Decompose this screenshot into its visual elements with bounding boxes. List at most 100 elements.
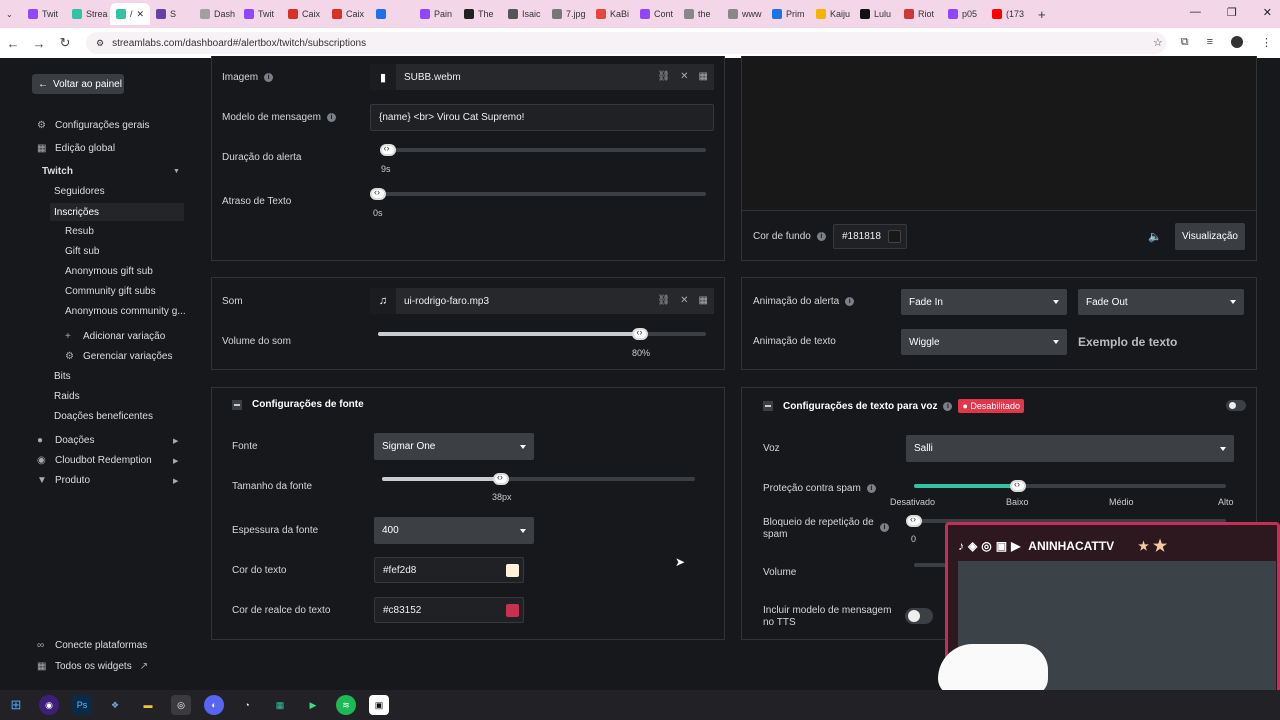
sidebar-item-resub[interactable]: Resub	[65, 226, 94, 237]
slider-handle[interactable]	[1010, 479, 1026, 492]
tts-header[interactable]: Configurações de texto para voz i ● Desab…	[763, 399, 1024, 413]
browser-tab[interactable]: Caix	[282, 3, 326, 25]
text-animation-select[interactable]: Wiggle	[901, 329, 1067, 355]
sidebar-item-anonymous-community[interactable]: Anonymous community g...	[65, 306, 186, 317]
browser-tab[interactable]: Pain	[414, 3, 458, 25]
close-tab-icon[interactable]: ✕	[137, 9, 145, 20]
browser-tab[interactable]: Twit	[238, 3, 282, 25]
voice-select[interactable]: Salli	[906, 435, 1234, 462]
slider-handle[interactable]	[906, 514, 922, 527]
forward-icon[interactable]: →	[26, 36, 52, 51]
photoshop-icon[interactable]: Ps	[72, 695, 92, 715]
text-color-input[interactable]: #fef2d8	[374, 557, 524, 583]
font-settings-header[interactable]: Configurações de fonte	[232, 399, 364, 410]
font-select[interactable]: Sigmar One	[374, 433, 534, 460]
sidebar-item-bits[interactable]: Bits	[54, 371, 71, 382]
manage-variations-button[interactable]: ⚙ Gerenciar variações	[65, 351, 172, 362]
tts-enable-toggle[interactable]	[1226, 400, 1246, 411]
browser-tab[interactable]: Cont	[634, 3, 678, 25]
browser-tab[interactable]: Caix	[326, 3, 370, 25]
browser-tab[interactable]: 7.jpg	[546, 3, 590, 25]
chrome-icon[interactable]: ◎	[171, 695, 191, 715]
sidebar-item-connect[interactable]: ∞ Conecte plataformas	[37, 640, 147, 651]
copilot-icon[interactable]: ❖	[105, 695, 125, 715]
browser-tab[interactable]: www	[722, 3, 766, 25]
sidebar-item-all-widgets[interactable]: ▦ Todos os widgets ↗	[37, 661, 148, 672]
text-delay-slider[interactable]	[370, 187, 706, 200]
app-icon[interactable]: ▣	[369, 695, 389, 715]
browser-tab[interactable]: Twit	[22, 3, 66, 25]
browser-menu-icon[interactable]: ⋮	[1261, 36, 1272, 49]
add-variation-button[interactable]: + Adicionar variação	[65, 331, 165, 342]
browser-tab[interactable]: (173	[986, 3, 1030, 25]
extensions-icon[interactable]: ⧉	[1181, 36, 1189, 49]
browser-tab[interactable]: p05	[942, 3, 986, 25]
slider-handle[interactable]	[632, 327, 649, 340]
browser-tab[interactable]: Riot	[898, 3, 942, 25]
reading-list-icon[interactable]: ≡	[1207, 36, 1213, 49]
sidebar-item-global[interactable]: ▦ Edição global	[37, 143, 115, 154]
link-icon[interactable]: ⛓	[657, 71, 670, 82]
slider-handle[interactable]	[379, 143, 396, 156]
clock-app-icon[interactable]: ◔	[237, 695, 257, 715]
sidebar-item-general[interactable]: ⚙ Configurações gerais	[37, 120, 150, 131]
image-file-field[interactable]: ▮ SUBB.webm ⛓ ✕ ▦	[370, 64, 714, 90]
close-icon[interactable]: ✕	[680, 71, 688, 82]
browser-tab[interactable]	[370, 3, 414, 25]
text-color-swatch[interactable]	[506, 564, 519, 577]
sidebar-item-donations[interactable]: ● Doações	[37, 435, 94, 446]
back-to-dashboard-button[interactable]: ← Voltar ao painel	[32, 74, 124, 94]
bookmark-star-icon[interactable]: ☆	[1153, 36, 1163, 49]
sound-file-field[interactable]: ♫ ui-rodrigo-faro.mp3 ⛓ ✕ ▦	[370, 288, 714, 314]
spotify-icon[interactable]: ≋	[336, 695, 356, 715]
alert-duration-slider[interactable]	[379, 143, 706, 156]
collapse-icon[interactable]	[232, 399, 242, 410]
slider-handle[interactable]	[492, 472, 509, 485]
new-tab-icon[interactable]: +	[1038, 7, 1046, 22]
browser-tab[interactable]: S	[150, 3, 194, 25]
sidebar-item-charity[interactable]: Doações beneficentes	[54, 411, 153, 422]
obs-icon[interactable]: ◉	[39, 695, 59, 715]
speaker-icon[interactable]: 🔈	[1148, 230, 1162, 243]
close-window-icon[interactable]: ✕	[1263, 6, 1272, 19]
browser-tab[interactable]: the	[678, 3, 722, 25]
animation-out-select[interactable]: Fade Out	[1078, 289, 1244, 315]
browser-tab[interactable]: Dash	[194, 3, 238, 25]
profile-avatar[interactable]	[1231, 36, 1243, 48]
message-template-input[interactable]: {name} <br> Virou Cat Supremo!	[370, 104, 714, 131]
browser-tab[interactable]: Strea	[66, 3, 110, 25]
discord-app-icon[interactable]: ◐	[204, 695, 224, 715]
browser-tab[interactable]: / ✕	[110, 3, 150, 25]
gallery-grid-icon[interactable]: ▦	[699, 295, 708, 306]
browser-tab[interactable]: KaBi	[590, 3, 634, 25]
sidebar-item-gift-sub[interactable]: Gift sub	[65, 246, 99, 257]
background-color-swatch[interactable]	[888, 230, 901, 243]
sound-volume-slider[interactable]	[378, 327, 706, 340]
site-info-icon[interactable]: ⚙	[96, 38, 104, 49]
slider-handle[interactable]	[370, 187, 386, 200]
browser-tab[interactable]: The	[458, 3, 502, 25]
reload-icon[interactable]: ↻	[52, 35, 78, 51]
chevron-right-icon[interactable]: ▶	[173, 457, 178, 465]
browser-tab[interactable]: Kaiju	[810, 3, 854, 25]
include-template-toggle[interactable]	[905, 608, 933, 624]
sidebar-item-subscriptions[interactable]: Inscrições	[50, 203, 184, 221]
collapse-icon[interactable]	[763, 401, 773, 411]
highlight-color-swatch[interactable]	[506, 604, 519, 617]
tab-search-icon[interactable]: ⌄	[6, 10, 22, 19]
sidebar-item-cloudbot[interactable]: ◉ Cloudbot Redemption	[37, 455, 152, 466]
sidebar-item-twitch[interactable]: Twitch	[42, 166, 73, 177]
sidebar-item-community-gift[interactable]: Community gift subs	[65, 286, 156, 297]
link-icon[interactable]: ⛓	[657, 295, 670, 306]
chevron-right-icon[interactable]: ▶	[173, 437, 178, 445]
media-player-icon[interactable]: ▶	[303, 695, 323, 715]
url-field[interactable]: ⚙ streamlabs.com/dashboard#/alertbox/twi…	[86, 32, 1166, 54]
gallery-grid-icon[interactable]: ▦	[699, 71, 708, 82]
font-size-slider[interactable]	[382, 472, 695, 485]
sidebar-item-raids[interactable]: Raids	[54, 391, 80, 402]
maximize-icon[interactable]: ❐	[1227, 6, 1237, 19]
sidebar-item-product[interactable]: ▼ Produto	[37, 475, 90, 486]
animation-in-select[interactable]: Fade In	[901, 289, 1067, 315]
browser-tab[interactable]: Lulu	[854, 3, 898, 25]
windows-start-icon[interactable]: ⊞	[6, 695, 26, 715]
